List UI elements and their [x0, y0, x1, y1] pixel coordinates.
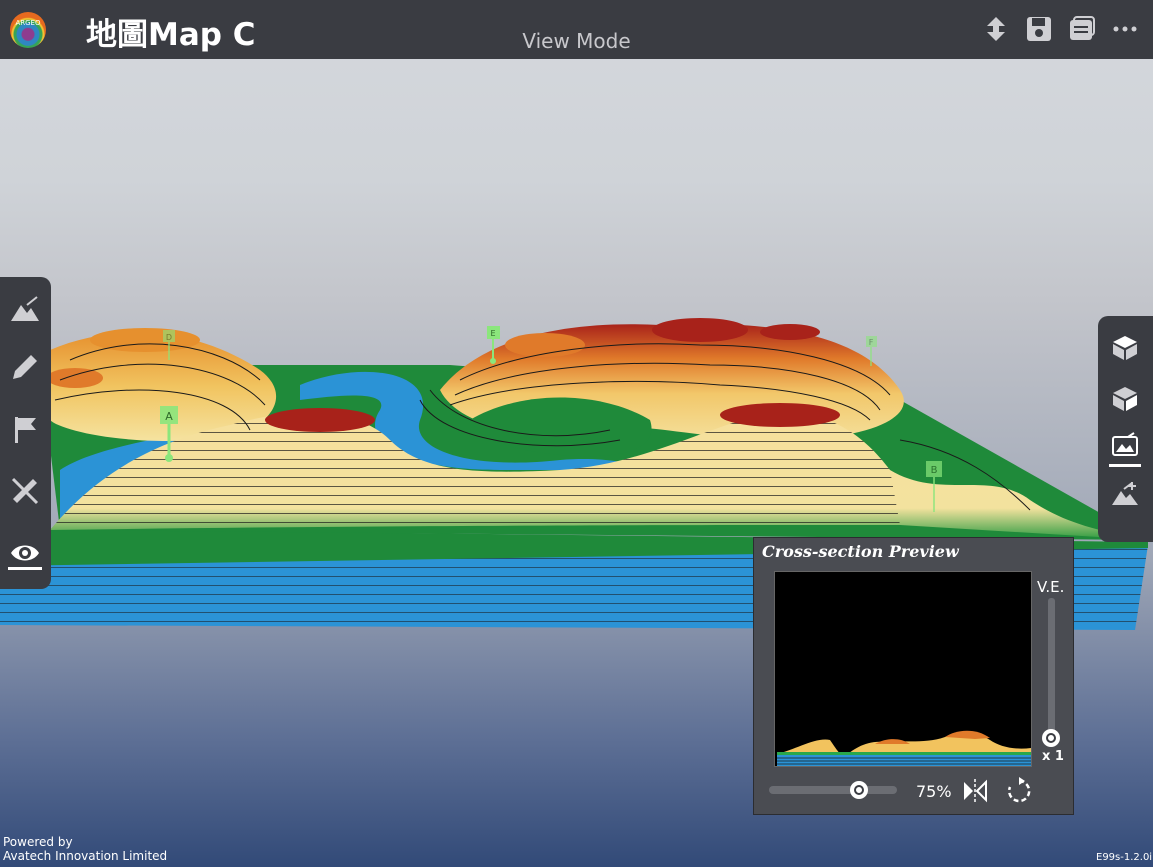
pencil-icon[interactable]	[9, 351, 41, 383]
top-bar: ARGEO 地圖Map C View Mode	[0, 0, 1153, 59]
panel-title: Cross-section Preview	[762, 542, 959, 561]
flag-icon[interactable]	[9, 413, 41, 445]
upload-download-icon[interactable]	[981, 14, 1011, 44]
box-top-view-icon[interactable]	[1110, 332, 1140, 362]
left-toolbar	[0, 277, 51, 589]
zoom-value: 75%	[916, 782, 952, 801]
ve-value: x 1	[1042, 749, 1064, 764]
flip-icon[interactable]	[960, 776, 990, 806]
ve-slider-knob[interactable]	[1042, 729, 1060, 747]
terrain-add-icon[interactable]	[1110, 479, 1140, 509]
cross-section-panel: Cross-section Preview V.E. x 1 75%	[753, 537, 1074, 815]
open-folder-icon[interactable]	[1067, 14, 1097, 44]
company-name: Avatech Innovation Limited	[3, 849, 168, 863]
version-label: E99s-1.2.0i	[1096, 852, 1153, 863]
powered-by-label: Powered by	[3, 835, 73, 849]
cross-section-icon[interactable]	[1110, 431, 1140, 461]
cross-section-preview	[774, 571, 1032, 767]
ve-slider-track[interactable]	[1048, 598, 1055, 738]
measure-tool-icon[interactable]	[9, 475, 41, 507]
ve-label: V.E.	[1037, 578, 1065, 596]
terrain-tool-icon[interactable]	[9, 293, 41, 325]
reset-rotate-icon[interactable]	[1004, 776, 1034, 806]
more-icon[interactable]	[1110, 14, 1140, 44]
powered-by: Powered by Avatech Innovation Limited	[3, 835, 167, 863]
active-indicator	[8, 567, 42, 570]
zoom-slider-track[interactable]	[769, 786, 897, 794]
eye-icon[interactable]	[9, 537, 41, 569]
zoom-slider-knob[interactable]	[850, 781, 868, 799]
right-toolbar	[1098, 316, 1153, 542]
save-icon[interactable]	[1024, 14, 1054, 44]
active-indicator	[1109, 464, 1141, 467]
logo-text: ARGEO	[15, 19, 41, 27]
box-side-view-icon[interactable]	[1110, 383, 1140, 413]
